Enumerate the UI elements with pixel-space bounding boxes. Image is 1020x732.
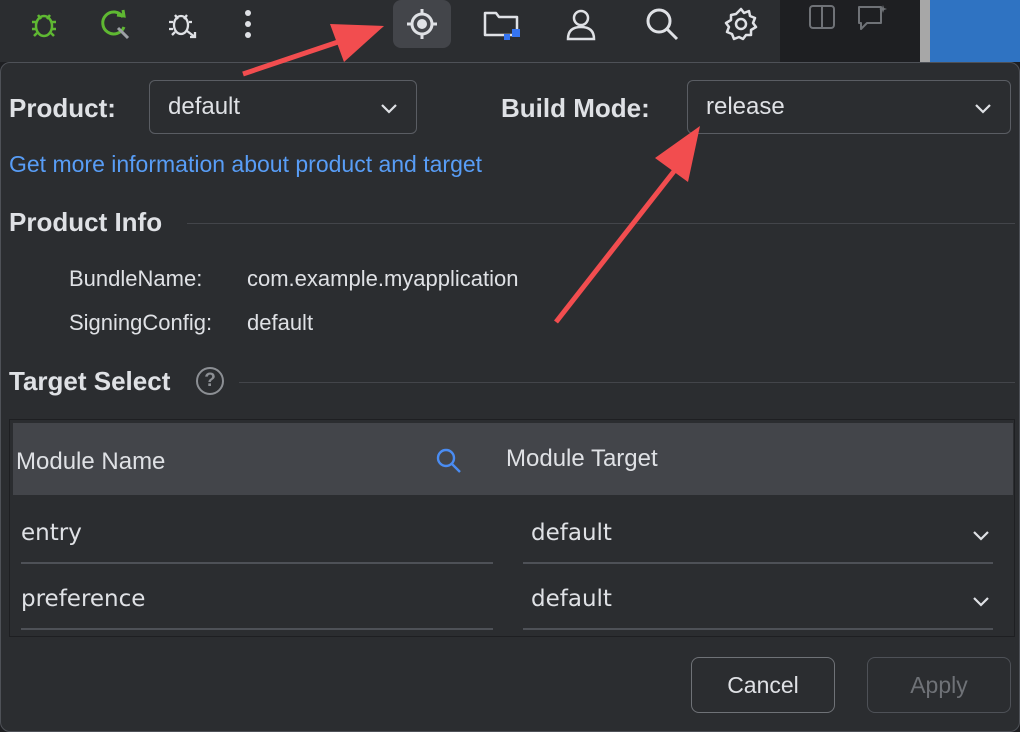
chevron-down-icon[interactable]: [970, 590, 992, 612]
search-icon[interactable]: [632, 0, 692, 48]
product-target-info-link[interactable]: Get more information about product and t…: [9, 151, 482, 178]
module-target-select[interactable]: default: [531, 520, 612, 546]
target-select-title: Target Select: [9, 366, 171, 396]
debug-attach-icon[interactable]: [152, 0, 212, 48]
search-icon[interactable]: [435, 447, 463, 475]
chevron-down-icon[interactable]: [970, 524, 992, 546]
product-value: default: [168, 93, 241, 120]
bug-icon[interactable]: [14, 0, 74, 48]
bundle-name-value: com.example.myapplication: [247, 266, 519, 291]
settings-icon[interactable]: [711, 0, 771, 48]
signing-config-label: SigningConfig:: [69, 310, 213, 335]
product-dropdown[interactable]: default: [149, 80, 417, 134]
window-accent-region: [930, 0, 1020, 62]
column-module-name[interactable]: Module Name: [16, 448, 165, 476]
apply-button[interactable]: Apply: [867, 657, 1011, 713]
column-module-target: Module Target: [506, 445, 658, 472]
module-target-select[interactable]: default: [531, 586, 612, 612]
product-target-dialog: Product: default Build Mode: release Get…: [0, 62, 1020, 732]
folder-icon[interactable]: [472, 0, 532, 48]
module-name-cell: preference: [21, 586, 146, 612]
section-divider: [239, 382, 1015, 383]
module-name-cell: entry: [21, 520, 82, 546]
profile-icon[interactable]: [551, 0, 611, 48]
build-mode-value: release: [706, 93, 785, 120]
main-toolbar: [0, 0, 887, 62]
build-mode-dropdown[interactable]: release: [687, 80, 1011, 134]
bundle-name-label: BundleName:: [69, 266, 203, 291]
chevron-down-icon: [381, 104, 397, 114]
refresh-debug-icon[interactable]: [84, 0, 144, 48]
section-divider: [187, 223, 1015, 224]
cancel-button[interactable]: Cancel: [691, 657, 835, 713]
build-mode-label: Build Mode:: [501, 93, 650, 123]
more-vertical-icon[interactable]: [218, 0, 278, 48]
cell-underline: [21, 562, 493, 564]
product-info-title: Product Info: [9, 207, 163, 237]
signing-config-value: default: [247, 310, 314, 335]
module-target-table: Module Name Module Target entry default …: [9, 419, 1015, 637]
product-label: Product:: [9, 93, 116, 123]
cell-underline: [523, 562, 993, 564]
ai-chat-icon[interactable]: [842, 0, 902, 42]
table-header: Module Name Module Target: [13, 423, 1013, 495]
chevron-down-icon: [975, 104, 991, 114]
cell-underline: [523, 628, 993, 630]
cell-underline: [21, 628, 493, 630]
target-icon[interactable]: [393, 0, 451, 48]
help-icon[interactable]: ?: [196, 367, 224, 395]
